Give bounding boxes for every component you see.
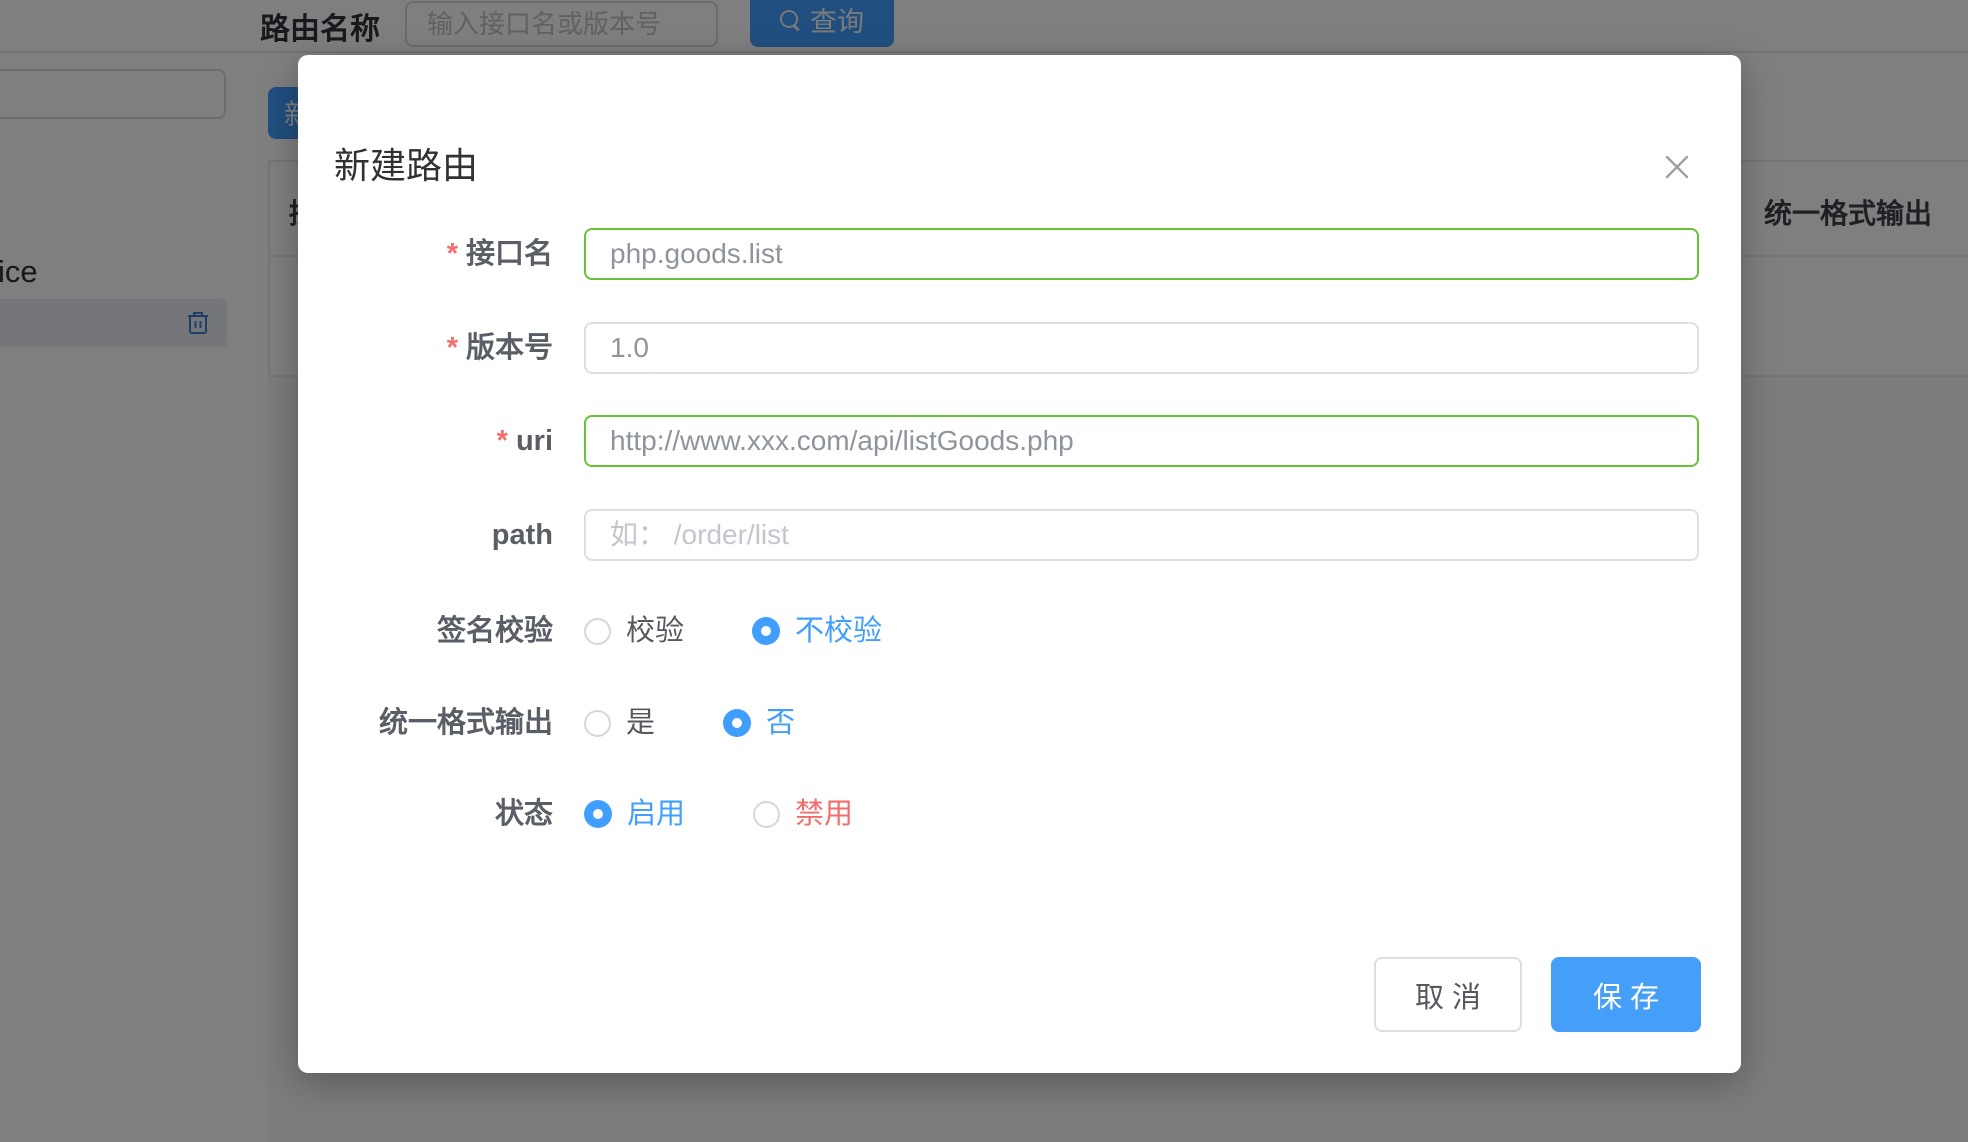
version-input[interactable] bbox=[584, 322, 1699, 374]
radio-yes[interactable]: 是 bbox=[584, 707, 655, 739]
screen: 路由名称 查询 ice 新建 接口名 统一 bbox=[0, 0, 1968, 1142]
version-label: *版本号 bbox=[298, 322, 553, 374]
radio-check[interactable]: 校验 bbox=[584, 615, 684, 647]
signature-check-label: 签名校验 bbox=[298, 615, 553, 647]
close-icon[interactable] bbox=[1657, 147, 1697, 187]
unified-output-label: 统一格式输出 bbox=[298, 707, 553, 739]
radio-circle[interactable] bbox=[584, 618, 611, 645]
field-row-path: path bbox=[298, 509, 1741, 561]
status-options: 启用 禁用 bbox=[584, 798, 921, 830]
uri-label: *uri bbox=[298, 415, 553, 467]
radio-disable[interactable]: 禁用 bbox=[753, 798, 853, 830]
radio-circle-checked[interactable] bbox=[752, 617, 780, 645]
field-row-version: *版本号 bbox=[298, 322, 1741, 374]
required-mark: * bbox=[447, 238, 458, 270]
required-mark: * bbox=[497, 425, 508, 457]
radio-circle[interactable] bbox=[584, 710, 611, 737]
signature-check-options: 校验 不校验 bbox=[584, 615, 950, 647]
uri-input[interactable] bbox=[584, 415, 1699, 467]
radio-circle-checked[interactable] bbox=[723, 709, 751, 737]
unified-output-options: 是 否 bbox=[584, 707, 863, 739]
modal-title: 新建路由 bbox=[334, 137, 478, 189]
radio-circle[interactable] bbox=[753, 801, 780, 828]
radio-enable[interactable]: 启用 bbox=[584, 798, 685, 830]
radio-row-status: 状态 启用 禁用 bbox=[298, 798, 1741, 830]
interface-name-label: *接口名 bbox=[298, 228, 553, 280]
field-row-interface-name: *接口名 bbox=[298, 228, 1741, 280]
interface-name-input[interactable] bbox=[584, 228, 1699, 280]
cancel-button[interactable]: 取 消 bbox=[1374, 957, 1522, 1032]
path-input[interactable] bbox=[584, 509, 1699, 561]
radio-no[interactable]: 否 bbox=[723, 707, 795, 739]
radio-no-check[interactable]: 不校验 bbox=[752, 615, 882, 647]
save-button[interactable]: 保 存 bbox=[1551, 957, 1701, 1032]
radio-circle-checked[interactable] bbox=[584, 800, 612, 828]
status-label: 状态 bbox=[298, 798, 553, 830]
path-label: path bbox=[298, 509, 553, 561]
create-route-modal: 新建路由 *接口名 *版本号 *uri path bbox=[298, 55, 1741, 1073]
radio-row-signature-check: 签名校验 校验 不校验 bbox=[298, 615, 1741, 647]
radio-row-unified-output: 统一格式输出 是 否 bbox=[298, 707, 1741, 739]
required-mark: * bbox=[447, 332, 458, 364]
field-row-uri: *uri bbox=[298, 415, 1741, 467]
